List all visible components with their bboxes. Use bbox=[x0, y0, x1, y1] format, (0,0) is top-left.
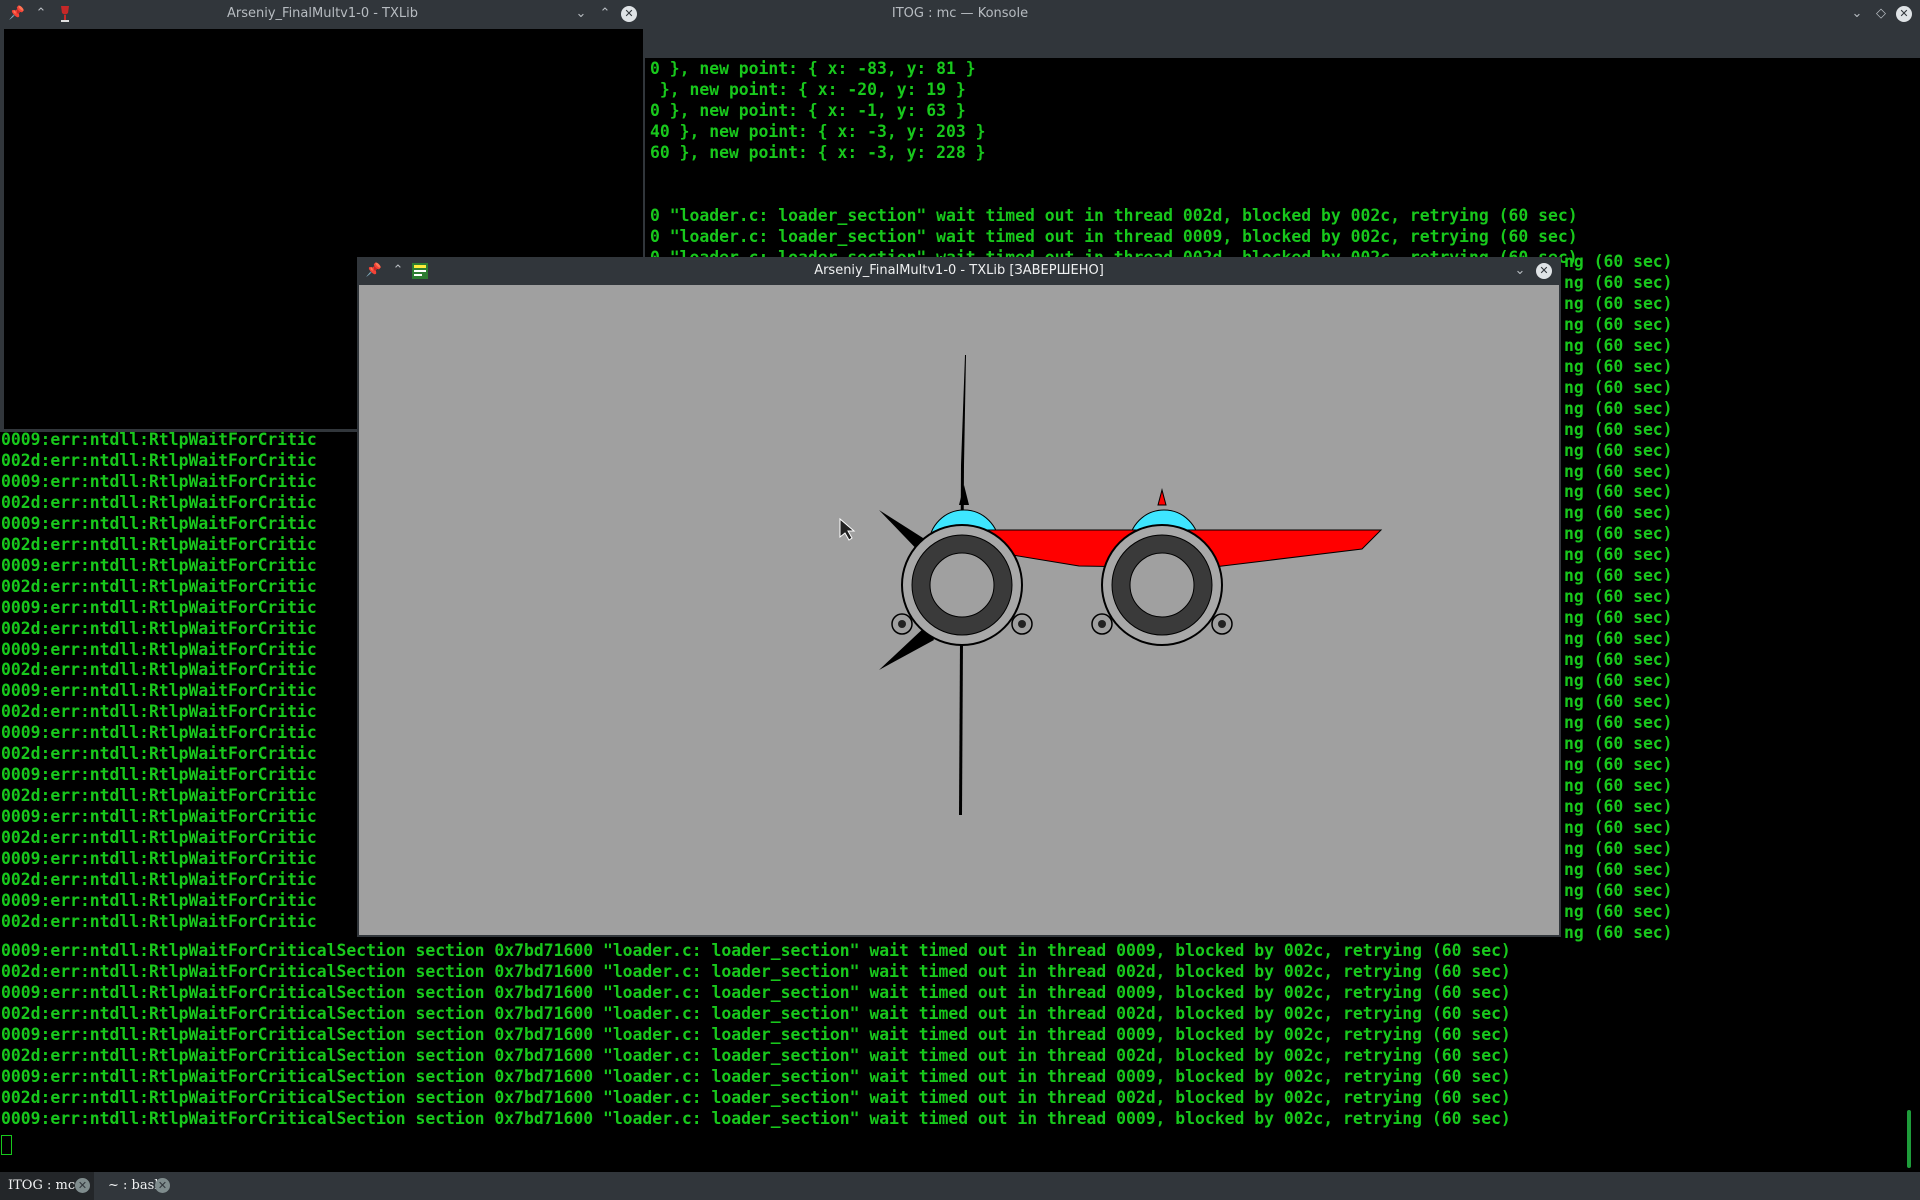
airplane-drawing bbox=[839, 355, 1383, 815]
propeller-tip bbox=[959, 485, 969, 505]
txlib-small-titlebar[interactable]: Arseniy_FinalMultv1-0 - TXLib 📌 ⌃ ⌄ ⌃ ✕ bbox=[0, 0, 645, 28]
pin-icon[interactable]: 📌 bbox=[8, 5, 26, 23]
txlib-app-icon bbox=[412, 263, 428, 279]
minimize-icon[interactable]: ⌄ bbox=[1848, 5, 1866, 23]
keep-above-icon[interactable]: ⌃ bbox=[32, 5, 50, 23]
scrollbar[interactable] bbox=[1904, 58, 1920, 1168]
txlib-large-window: Arseniy_FinalMultv1-0 - TXLib [ЗАВЕРШЕНО… bbox=[357, 257, 1561, 937]
close-icon[interactable]: ✕ bbox=[1536, 263, 1552, 279]
txlib-large-titlebar[interactable]: Arseniy_FinalMultv1-0 - TXLib [ЗАВЕРШЕНО… bbox=[357, 257, 1561, 285]
terminal-output-right: ng (60 sec) ng (60 sec) ng (60 sec) ng (… bbox=[1564, 252, 1673, 942]
terminal-output-upper: 0 }, new point: { x: -83, y: 81 } }, new… bbox=[650, 59, 1578, 267]
engine-right-hub bbox=[1129, 552, 1195, 618]
propeller-blade bbox=[961, 355, 966, 465]
mouse-cursor bbox=[839, 517, 856, 541]
txlib-app-icon bbox=[61, 6, 69, 22]
maximize-icon[interactable]: ⌃ bbox=[596, 5, 614, 23]
terminal-output-bottom: 0009:err:ntdll:RtlpWaitForCriticalSectio… bbox=[1, 941, 1511, 1128]
scrollbar-thumb[interactable] bbox=[1907, 1110, 1911, 1168]
tab-itog-mc[interactable]: ITOG : mc ✕ bbox=[0, 1172, 94, 1200]
tab-label: ITOG : mc bbox=[8, 1178, 76, 1193]
tab-bash[interactable]: ~ : bash ✕ bbox=[100, 1172, 176, 1200]
tab-close-icon[interactable]: ✕ bbox=[155, 1178, 170, 1193]
terminal-output-lower: 0009:err:ntdll:RtlpWaitForCritic 002d:er… bbox=[1, 430, 317, 931]
konsole-tab-bar: ITOG : mc ✕ ~ : bash ✕ bbox=[0, 1172, 1920, 1200]
close-icon[interactable]: ✕ bbox=[621, 6, 637, 22]
close-icon[interactable]: ✕ bbox=[1896, 6, 1912, 22]
tail-fin bbox=[1157, 488, 1167, 506]
txlib-large-title: Arseniy_FinalMultv1-0 - TXLib [ЗАВЕРШЕНО… bbox=[814, 263, 1104, 278]
terminal-cursor bbox=[1, 1135, 12, 1155]
engine-left-hub bbox=[929, 552, 995, 618]
keep-above-icon[interactable]: ⌃ bbox=[389, 262, 407, 280]
maximize-icon[interactable]: ◇ bbox=[1872, 5, 1890, 23]
minimize-icon[interactable]: ⌄ bbox=[572, 5, 590, 23]
tab-close-icon[interactable]: ✕ bbox=[75, 1178, 90, 1193]
txlib-small-title: Arseniy_FinalMultv1-0 - TXLib bbox=[226, 6, 418, 21]
pin-icon[interactable]: 📌 bbox=[365, 262, 383, 280]
txlib-drawing-canvas bbox=[359, 285, 1559, 935]
minimize-icon[interactable]: ⌄ bbox=[1511, 262, 1529, 280]
